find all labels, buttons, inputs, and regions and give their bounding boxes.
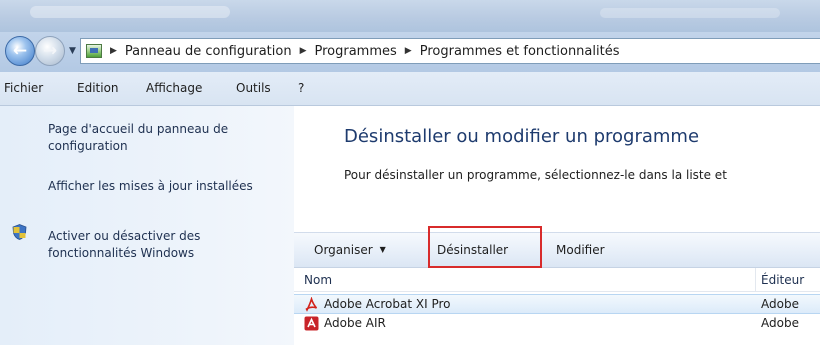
- column-header-name[interactable]: Nom: [304, 273, 332, 287]
- sidebar-link-windows-features[interactable]: Activer ou désactiver des fonctionnalité…: [48, 228, 288, 262]
- address-bar[interactable]: ▶ Panneau de configuration ▶ Programmes …: [80, 38, 820, 64]
- breadcrumb-programs[interactable]: Programmes: [315, 44, 397, 59]
- list-header: Nom Éditeur: [294, 268, 820, 292]
- program-publisher: Adobe: [761, 297, 799, 311]
- breadcrumb-separator-icon[interactable]: ▶: [110, 46, 117, 56]
- menu-edit[interactable]: Edition: [77, 81, 119, 95]
- organize-label: Organiser: [314, 243, 373, 257]
- column-divider[interactable]: [755, 268, 756, 292]
- menu-bar: Fichier Edition Affichage Outils ?: [0, 72, 820, 106]
- column-header-publisher[interactable]: Éditeur: [761, 273, 804, 287]
- sidebar-link-view-installed-updates[interactable]: Afficher les mises à jour installées: [48, 178, 288, 195]
- page-title: Désinstaller ou modifier un programme: [344, 126, 700, 147]
- window-title-bar: [0, 0, 820, 32]
- forward-button[interactable]: →: [35, 36, 65, 66]
- chevron-down-icon: ▼: [379, 245, 386, 254]
- breadcrumb-programs-features[interactable]: Programmes et fonctionnalités: [420, 44, 620, 59]
- navigation-bar: ← → ▼ ▶ Panneau de configuration ▶ Progr…: [0, 32, 820, 72]
- breadcrumb-control-panel[interactable]: Panneau de configuration: [125, 44, 292, 59]
- sidebar: Page d'accueil du panneau de configurati…: [0, 106, 294, 345]
- sidebar-link-control-panel-home[interactable]: Page d'accueil du panneau de configurati…: [48, 121, 288, 155]
- command-toolbar: Organiser ▼ Désinstaller Modifier: [294, 232, 820, 268]
- breadcrumb-separator-icon[interactable]: ▶: [300, 46, 307, 56]
- menu-help[interactable]: ?: [298, 81, 304, 95]
- menu-tools[interactable]: Outils: [236, 81, 271, 95]
- main-content: Désinstaller ou modifier un programme Po…: [294, 106, 820, 345]
- control-panel-icon: [86, 44, 102, 58]
- program-name: Adobe AIR: [324, 316, 386, 330]
- acrobat-icon: [305, 297, 318, 312]
- organize-button[interactable]: Organiser ▼: [314, 243, 386, 257]
- list-item[interactable]: Adobe AIR Adobe: [294, 314, 820, 334]
- menu-view[interactable]: Affichage: [146, 81, 202, 95]
- program-publisher: Adobe: [761, 316, 799, 330]
- title-bar-decoration: [600, 8, 780, 18]
- list-item[interactable]: Adobe Acrobat XI Pro Adobe: [294, 294, 820, 314]
- uninstall-highlight-box: [428, 226, 542, 268]
- title-bar-decoration: [30, 6, 230, 18]
- history-dropdown-icon[interactable]: ▼: [69, 46, 76, 56]
- back-button[interactable]: ←: [5, 36, 35, 66]
- menu-file[interactable]: Fichier: [4, 81, 43, 95]
- adobe-air-icon: [304, 316, 319, 331]
- program-name: Adobe Acrobat XI Pro: [324, 297, 451, 311]
- breadcrumb-separator-icon[interactable]: ▶: [405, 46, 412, 56]
- shield-icon: [12, 224, 27, 240]
- modify-button[interactable]: Modifier: [556, 243, 605, 257]
- page-description: Pour désinstaller un programme, sélectio…: [344, 168, 727, 182]
